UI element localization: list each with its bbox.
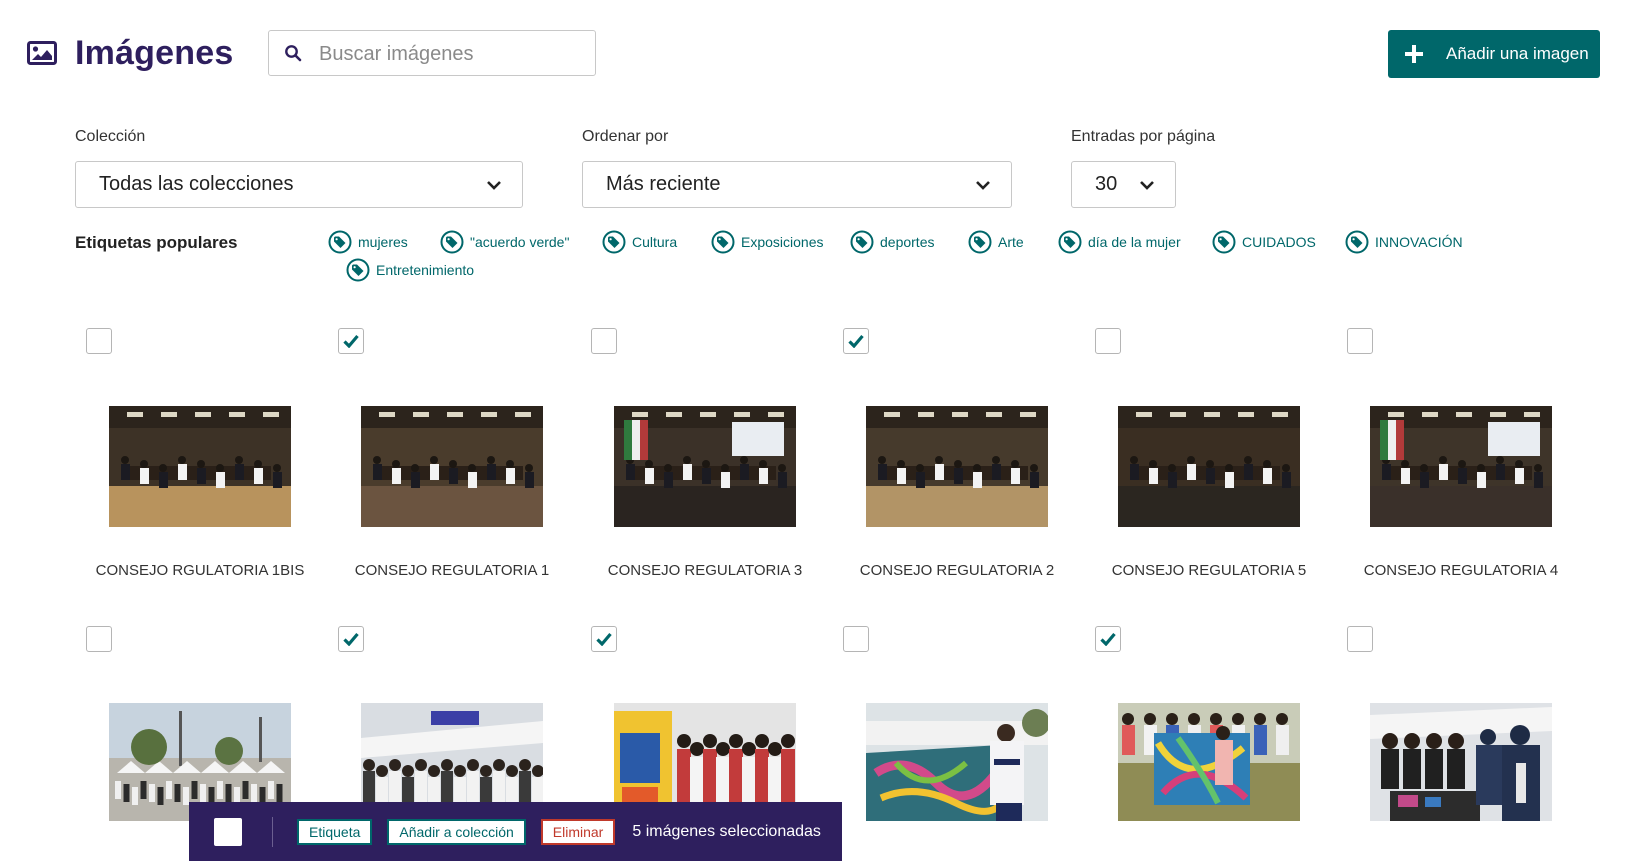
image-checkbox[interactable] — [1095, 626, 1121, 652]
tag-button[interactable]: Etiqueta — [297, 818, 373, 845]
bulk-action-bar: Etiqueta Añadir a colección Eliminar 5 i… — [189, 802, 842, 861]
tag-link[interactable]: INNOVACIÓN — [1345, 230, 1463, 254]
search-box[interactable] — [268, 30, 596, 76]
image-icon — [27, 41, 57, 65]
tag-label: Exposiciones — [741, 234, 824, 250]
image-caption: CONSEJO REGULATORIA 4 — [1363, 562, 1559, 579]
selection-status: 5 imágenes seleccionadas — [632, 822, 821, 840]
search-icon — [285, 45, 302, 62]
image-checkbox[interactable] — [86, 328, 112, 354]
image-checkbox[interactable] — [1347, 328, 1373, 354]
image-thumbnail[interactable] — [1370, 703, 1552, 821]
image-caption: CONSEJO REGULATORIA 2 — [859, 562, 1055, 579]
add-image-button[interactable]: Añadir una imagen — [1388, 30, 1600, 78]
tag-icon — [711, 230, 735, 254]
tag-icon — [602, 230, 626, 254]
tag-label: "acuerdo verde" — [470, 234, 570, 250]
image-thumbnail[interactable] — [614, 406, 796, 527]
tag-link[interactable]: Cultura — [602, 230, 677, 254]
tag-link[interactable]: Exposiciones — [711, 230, 824, 254]
image-thumbnail[interactable] — [109, 406, 291, 527]
collection-select-value: Todas las colecciones — [99, 173, 294, 195]
image-caption: CONSEJO RGULATORIA 1BIS — [95, 562, 305, 579]
image-checkbox[interactable] — [1095, 328, 1121, 354]
select-all-checkbox[interactable] — [214, 817, 242, 846]
tag-label: mujeres — [358, 234, 408, 250]
image-thumbnail[interactable] — [1118, 406, 1300, 527]
checkmark-icon — [1100, 632, 1116, 646]
tag-icon — [850, 230, 874, 254]
tag-label: Entretenimiento — [376, 262, 475, 278]
checkmark-icon — [596, 632, 612, 646]
collection-filter-label: Colección — [75, 128, 146, 145]
image-checkbox[interactable] — [843, 328, 869, 354]
delete-button[interactable]: Eliminar — [540, 818, 616, 845]
image-checkbox[interactable] — [86, 626, 112, 652]
tag-link[interactable]: CUIDADOS — [1212, 230, 1316, 254]
image-caption: CONSEJO REGULATORIA 3 — [607, 562, 803, 579]
chevron-down-icon — [487, 180, 501, 190]
tag-label: INNOVACIÓN — [1375, 234, 1463, 250]
image-caption: CONSEJO REGULATORIA 5 — [1111, 562, 1307, 579]
search-input[interactable] — [317, 37, 591, 71]
order-select[interactable]: Más reciente — [582, 161, 1012, 208]
tag-icon — [328, 230, 352, 254]
collection-select[interactable]: Todas las colecciones — [75, 161, 523, 208]
add-image-button-label: Añadir una imagen — [1446, 44, 1589, 63]
checkmark-icon — [343, 334, 359, 348]
order-filter-label: Ordenar por — [582, 128, 669, 145]
image-thumbnail[interactable] — [866, 406, 1048, 527]
image-checkbox[interactable] — [1347, 626, 1373, 652]
tag-icon — [346, 258, 370, 282]
action-bar-divider — [272, 816, 273, 847]
popular-tags-title: Etiquetas populares — [75, 233, 238, 252]
per-page-filter-label: Entradas por página — [1071, 128, 1216, 145]
tag-label: CUIDADOS — [1242, 234, 1316, 250]
per-page-select[interactable]: 30 — [1071, 161, 1176, 208]
tag-icon — [440, 230, 464, 254]
image-caption: CONSEJO REGULATORIA 1 — [354, 562, 550, 579]
tag-link[interactable]: deportes — [850, 230, 934, 254]
per-page-select-value: 30 — [1095, 173, 1118, 195]
tag-link[interactable]: "acuerdo verde" — [440, 230, 569, 254]
tag-link[interactable]: Arte — [968, 230, 1024, 254]
tag-label: Arte — [998, 234, 1024, 250]
image-checkbox[interactable] — [338, 626, 364, 652]
tag-link[interactable]: día de la mujer — [1058, 230, 1181, 254]
tag-label: deportes — [880, 234, 935, 250]
chevron-down-icon — [976, 180, 990, 190]
add-to-collection-button[interactable]: Añadir a colección — [387, 818, 526, 845]
image-checkbox[interactable] — [591, 328, 617, 354]
image-checkbox[interactable] — [843, 626, 869, 652]
tag-icon — [1058, 230, 1082, 254]
image-thumbnail[interactable] — [1118, 703, 1300, 821]
chevron-down-icon — [1140, 180, 1154, 190]
tag-icon — [1345, 230, 1369, 254]
image-thumbnail[interactable] — [1370, 406, 1552, 527]
plus-icon — [1405, 45, 1423, 63]
tag-label: Cultura — [632, 234, 678, 250]
image-thumbnail[interactable] — [361, 406, 543, 527]
image-thumbnail[interactable] — [866, 703, 1048, 821]
checkmark-icon — [848, 334, 864, 348]
tag-link[interactable]: Entretenimiento — [346, 258, 474, 282]
page-title: Imágenes — [75, 34, 234, 72]
tag-link[interactable]: mujeres — [328, 230, 408, 254]
image-checkbox[interactable] — [591, 626, 617, 652]
tag-icon — [968, 230, 992, 254]
image-checkbox[interactable] — [338, 328, 364, 354]
tag-icon — [1212, 230, 1236, 254]
tag-label: día de la mujer — [1088, 234, 1181, 250]
order-select-value: Más reciente — [606, 173, 721, 195]
checkmark-icon — [343, 632, 359, 646]
